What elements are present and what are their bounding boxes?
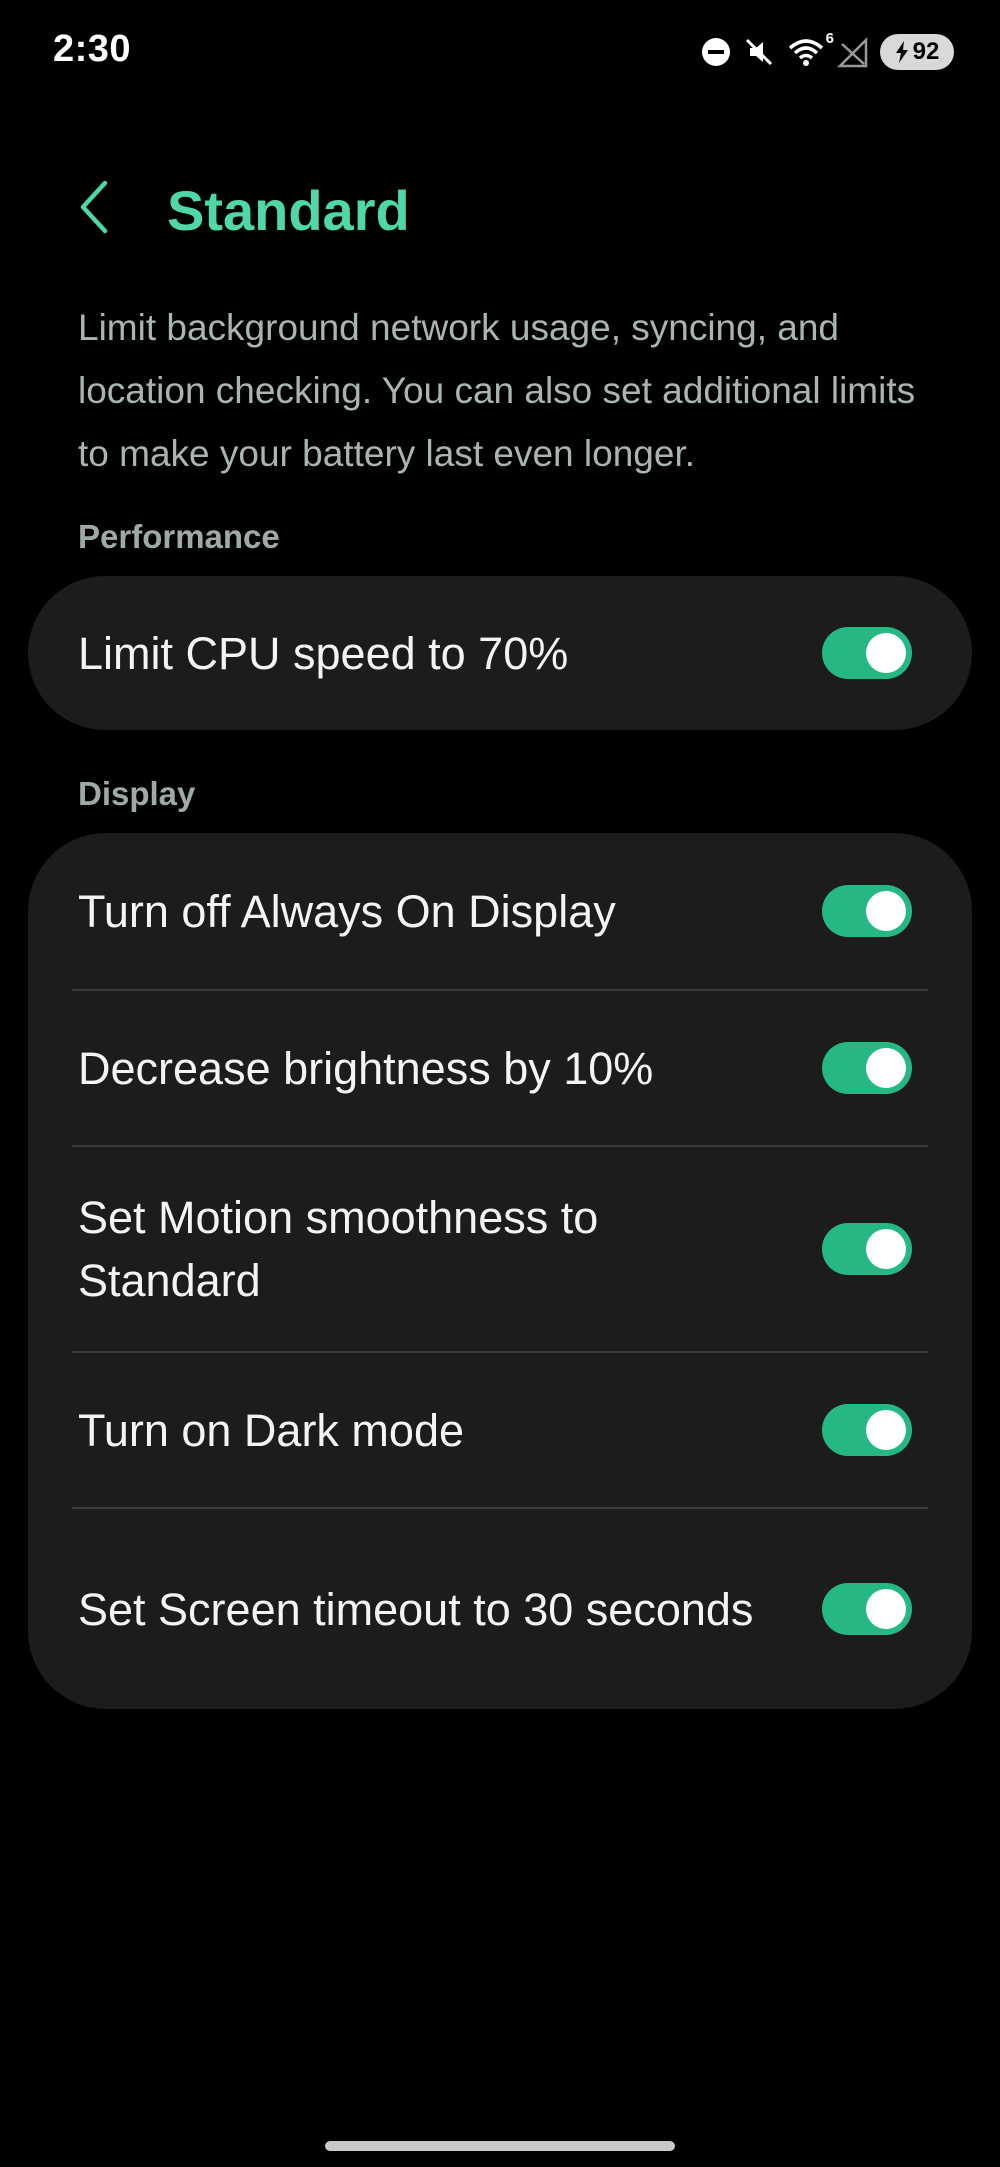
motion-smoothness-toggle[interactable] bbox=[822, 1223, 912, 1275]
setting-label: Turn on Dark mode bbox=[78, 1404, 464, 1456]
setting-label: Set Screen timeout to 30 seconds bbox=[78, 1583, 754, 1635]
battery-level: 92 bbox=[912, 38, 940, 65]
setting-label: Turn off Always On Display bbox=[78, 885, 616, 937]
setting-row-dark-mode[interactable]: Turn on Dark mode bbox=[28, 1353, 972, 1507]
do-not-disturb-icon bbox=[700, 36, 732, 68]
battery-mode-screen: 2:30 6 92 Standard Limit background netw… bbox=[0, 0, 1000, 2167]
display-card: Turn off Always On Display Decrease brig… bbox=[28, 833, 972, 1709]
performance-card: Limit CPU speed to 70% bbox=[28, 576, 972, 730]
status-time: 2:30 bbox=[53, 28, 132, 70]
screen-timeout-toggle[interactable] bbox=[822, 1583, 912, 1635]
toggle-knob bbox=[866, 1229, 906, 1269]
back-button[interactable] bbox=[60, 174, 130, 244]
home-indicator[interactable] bbox=[325, 2141, 675, 2151]
setting-row-limit-cpu[interactable]: Limit CPU speed to 70% bbox=[28, 576, 972, 730]
limit-cpu-toggle[interactable] bbox=[822, 627, 912, 679]
battery-indicator: 92 bbox=[880, 34, 954, 70]
status-icons: 6 92 bbox=[700, 30, 954, 74]
page-title: Standard bbox=[167, 179, 410, 242]
setting-row-motion-smoothness[interactable]: Set Motion smoothness to Standard bbox=[28, 1147, 972, 1351]
mute-icon bbox=[742, 35, 776, 69]
section-header-performance: Performance bbox=[78, 518, 280, 555]
section-header-display: Display bbox=[78, 775, 196, 812]
chevron-left-icon bbox=[75, 179, 115, 240]
status-bar: 2:30 6 92 bbox=[0, 0, 1000, 100]
setting-label: Limit CPU speed to 70% bbox=[78, 627, 569, 679]
setting-label: Decrease brightness by 10% bbox=[78, 1042, 654, 1094]
wifi-icon: 6 bbox=[786, 30, 834, 68]
toggle-knob bbox=[866, 633, 906, 673]
wifi-badge: 6 bbox=[825, 30, 834, 47]
setting-label: Set Motion smoothness to Standard bbox=[78, 1192, 599, 1306]
toggle-knob bbox=[866, 1048, 906, 1088]
always-on-display-toggle[interactable] bbox=[822, 885, 912, 937]
charging-bolt-icon bbox=[895, 41, 909, 63]
header: Standard bbox=[0, 160, 1000, 260]
setting-row-screen-timeout[interactable]: Set Screen timeout to 30 seconds bbox=[28, 1509, 972, 1709]
toggle-knob bbox=[866, 1589, 906, 1629]
no-signal-icon bbox=[836, 36, 870, 68]
toggle-knob bbox=[866, 891, 906, 931]
setting-row-always-on-display[interactable]: Turn off Always On Display bbox=[28, 833, 972, 989]
setting-row-brightness[interactable]: Decrease brightness by 10% bbox=[28, 991, 972, 1145]
toggle-knob bbox=[866, 1410, 906, 1450]
mode-description: Limit background network usage, syncing,… bbox=[78, 307, 916, 474]
dark-mode-toggle[interactable] bbox=[822, 1404, 912, 1456]
brightness-toggle[interactable] bbox=[822, 1042, 912, 1094]
